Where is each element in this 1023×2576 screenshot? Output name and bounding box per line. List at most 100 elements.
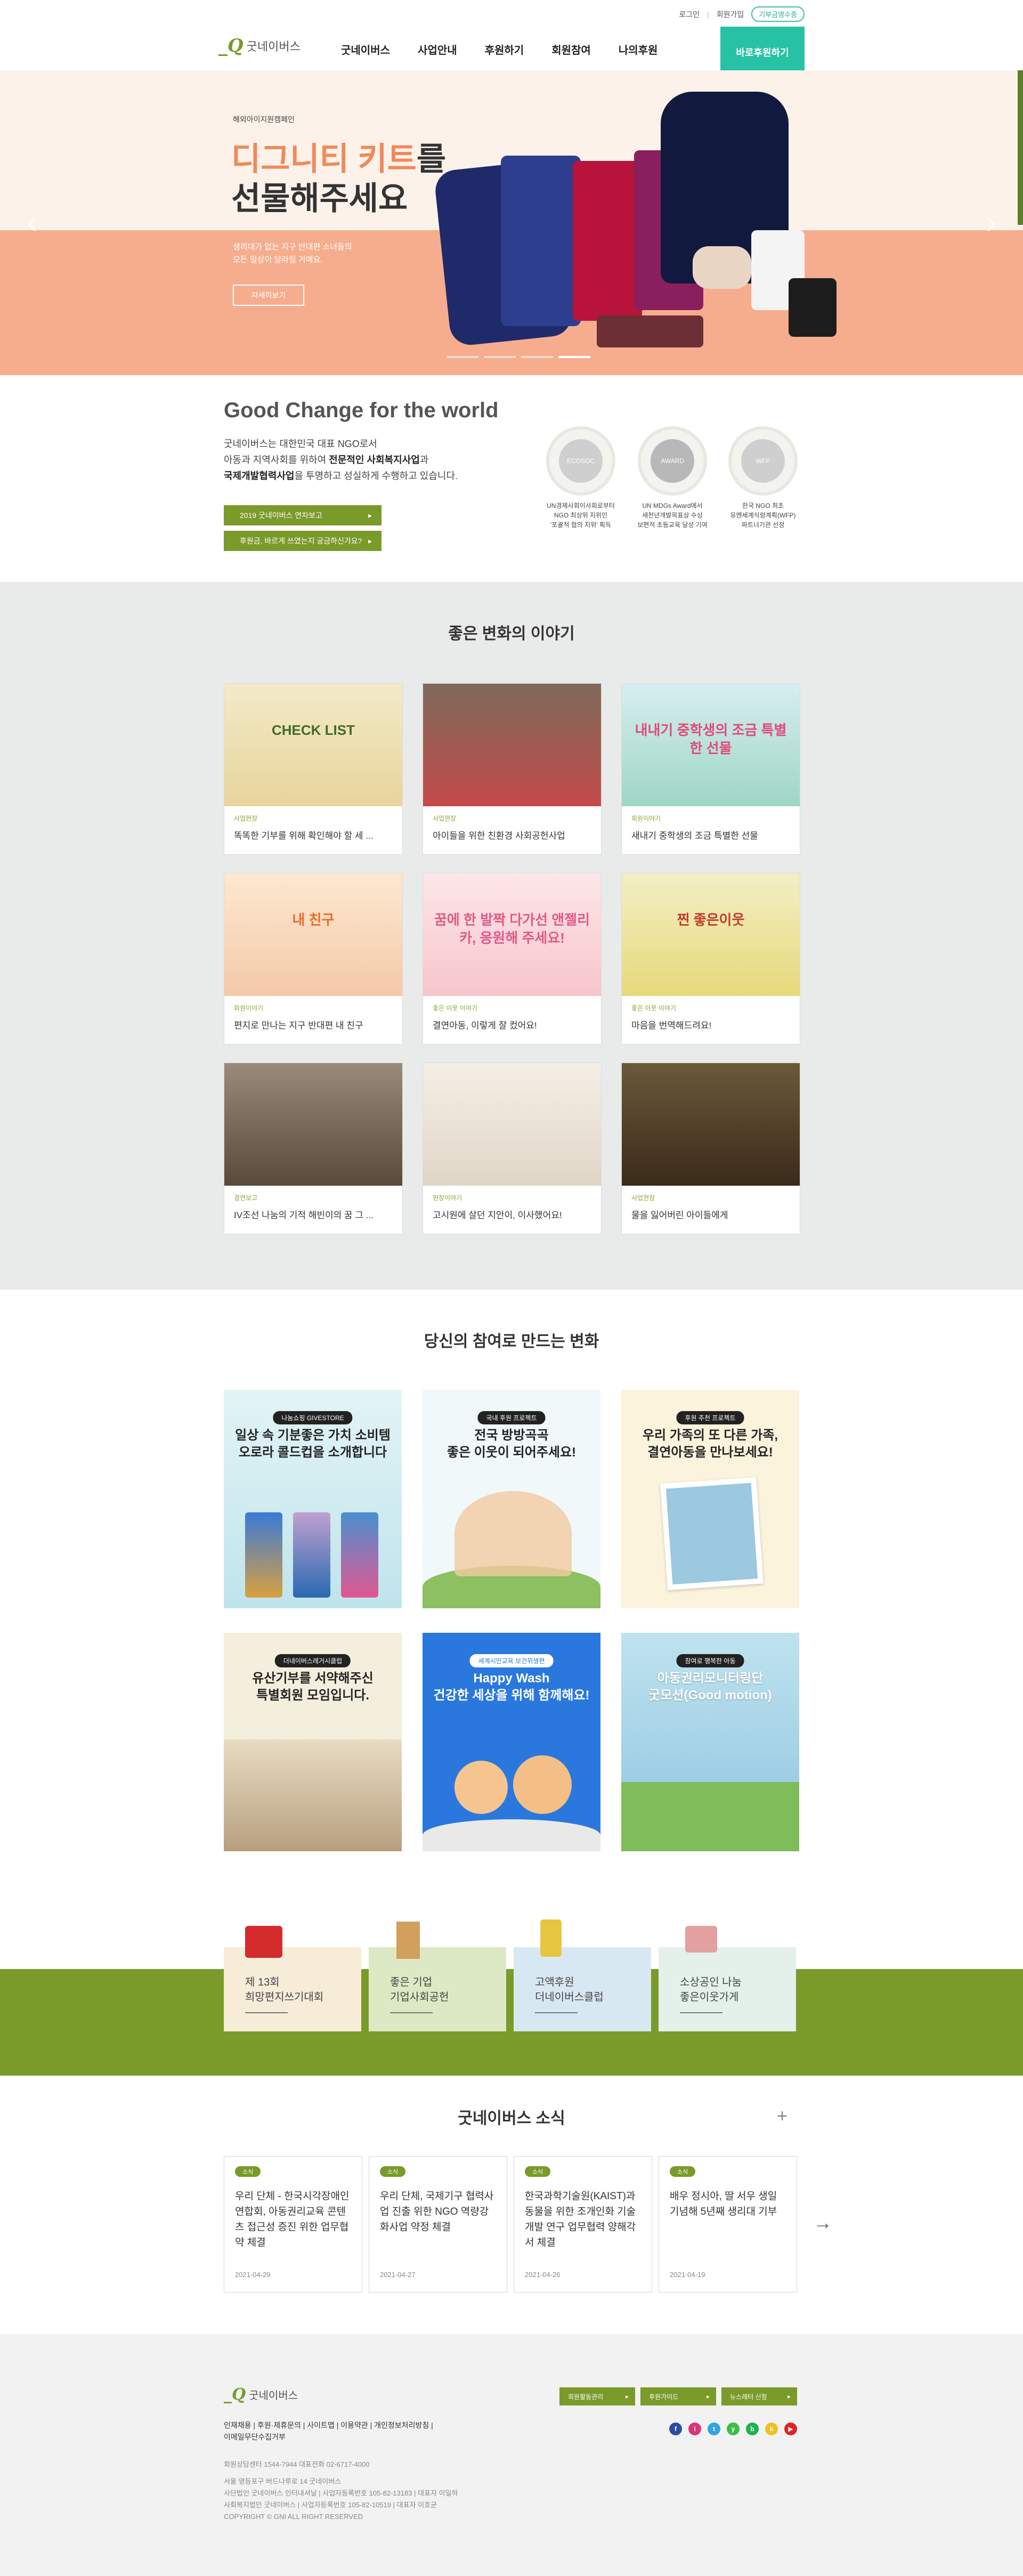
hero-desc-line2: 모든 일상이 달라질 거예요. (233, 255, 323, 264)
story-card[interactable]: 내내기 중학생의 조금 특별한 선물 회원이야기 새내기 중학생의 조금 특별한 선… (621, 683, 800, 855)
footer-logo[interactable]: _Q 굿네이버스 (224, 2385, 298, 2404)
triangle-right-icon: ▸ (368, 536, 372, 545)
story-category: 결연보고 (234, 1194, 258, 1202)
campaign-strip (0, 1969, 1023, 2076)
banner-line: 소상공인 나눔 (680, 1976, 742, 1988)
nav-item-my-donation[interactable]: 나의후원 (619, 42, 658, 57)
goodchange-text: 굿네이버스는 대한민국 대표 NGO로서 아동과 지역사회를 위하여 전문적인 … (224, 436, 458, 484)
youtube-green-icon[interactable]: y (727, 2423, 740, 2435)
instagram-icon[interactable]: i (688, 2423, 701, 2435)
join-link[interactable]: 회원가입 (717, 9, 744, 20)
story-image: 내 친구 (224, 873, 402, 996)
card-badge: 더네이버스레거시클럽 (274, 1654, 351, 1667)
story-card[interactable]: 사업현장 물을 잃어버린 아이들에게 (621, 1063, 800, 1234)
news-card[interactable]: 소식 우리 단체 - 한국시각장애인연합회, 아동권리교육 콘텐츠 접근성 증진… (224, 2156, 362, 2293)
news-more-plus-icon[interactable]: + (772, 2106, 793, 2127)
participation-card-happywash[interactable]: 세계시민교육 보건위생편 Happy Wash 건강한 세상을 위해 함께해요! (423, 1633, 600, 1851)
story-card[interactable]: 내 친구 회원이야기 편지로 만나는 지구 반대편 내 친구 (224, 873, 403, 1044)
kit-pad-red (573, 161, 642, 321)
hero-accent-bar (1018, 70, 1023, 225)
un-emblem-icon: ECOSOC (559, 439, 603, 483)
site-logo[interactable]: _Q 굿네이버스 (218, 35, 301, 56)
footer-button-label: 뉴스레터 신청 (730, 2393, 767, 2401)
login-link[interactable]: 로그인 (679, 9, 700, 20)
blog-icon[interactable]: b (746, 2423, 759, 2435)
donation-receipt-button[interactable]: 기부금영수증 (751, 6, 805, 22)
card-headline: 일상 속 기분좋은 가치 소비템 오로라 콜드컵을 소개합니다 (224, 1427, 402, 1461)
hero-prev-arrow-icon[interactable]: ‹ (27, 204, 37, 240)
card-line: 우리 가족의 또 다른 가족, (642, 1428, 778, 1443)
story-category: 사업현장 (433, 815, 457, 822)
award-cap-line: UN MDGs Award에서 (642, 502, 703, 509)
story-image-text: CHECK LIST (272, 722, 355, 738)
news-card[interactable]: 소식 우리 단체, 국제기구 협력사업 진출 위한 NGO 역량강화사업 약정 … (369, 2156, 507, 2293)
story-card[interactable]: 현장이야기 고시원에 살던 지안이, 이사했어요! (423, 1063, 602, 1234)
twitter-icon[interactable]: t (708, 2423, 720, 2435)
hero-dot[interactable] (521, 356, 553, 358)
participation-card-domestic[interactable]: 국내 후원 프로젝트 전국 방방곡곡 좋은 이웃이 되어주세요! (423, 1390, 600, 1608)
story-category: 현장이야기 (433, 1194, 462, 1202)
footer-button-member[interactable]: 회원활동관리 ▸ (559, 2387, 635, 2405)
story-card[interactable]: 꿈에 한 발짝 다가선 앤젤리카, 응원해 주세요! 좋은 이웃 이야기 결연아동,… (423, 873, 602, 1044)
footer-info: 회원상담센터 1544-7944 대표전화 02-6717-4000 서울 영등… (224, 2459, 458, 2523)
news-card[interactable]: 소식 한국과학기술원(KAIST)과 동물을 위한 조개인화 기술개발 연구 업… (514, 2156, 652, 2293)
youtube-icon[interactable]: ▶ (784, 2423, 797, 2435)
participation-card-goodmotion[interactable]: 참여로 행복한 아동 아동권리모니터링단 굿모션(Good motion) (621, 1633, 799, 1851)
hero-title-line2: 선물해주세요 (231, 181, 408, 216)
participation-card-sponsorship[interactable]: 후원 추천 프로젝트 우리 가족의 또 다른 가족, 결연아동을 만나보세요! (621, 1390, 799, 1608)
story-title: 결연아동, 이렇게 잘 컸어요! (433, 1020, 537, 1031)
story-card[interactable]: 사업현장 아이들을 위한 친환경 사회공헌사업 (423, 683, 602, 855)
hero-dot[interactable] (446, 356, 478, 358)
news-next-arrow-icon[interactable]: → (813, 2212, 832, 2234)
hero-dot-active[interactable] (558, 356, 590, 358)
footer-button-newsletter[interactable]: 뉴스레터 신청 ▸ (721, 2387, 797, 2405)
banner-underline (535, 2012, 578, 2013)
hand-heart-icon (685, 1926, 717, 1953)
gc-line3-post: 을 투명하고 성실하게 수행하고 있습니다. (294, 471, 458, 481)
photo-frame-illustration (660, 1477, 764, 1591)
child-illustration (513, 1755, 572, 1814)
footer-links-line[interactable]: 이메일무단수집거부 (224, 2431, 433, 2443)
hero-next-arrow-icon[interactable]: › (986, 204, 996, 240)
footer-button-label: 회원활동관리 (568, 2393, 604, 2401)
nav-item-donate[interactable]: 후원하기 (485, 42, 524, 57)
kakao-icon[interactable]: k (765, 2423, 778, 2435)
card-line: 굿모션(Good motion) (648, 1688, 772, 1703)
nav-item-business[interactable]: 사업안내 (418, 42, 457, 57)
story-category: 사업현장 (631, 1194, 655, 1202)
card-badge: 후원 추천 프로젝트 (676, 1411, 744, 1424)
card-headline: Happy Wash 건강한 세상을 위해 함께해요! (423, 1670, 600, 1704)
footer-links-line[interactable]: 인재채용 | 후원·제휴문의 | 사이트맵 | 이용약관 | 개인정보처리방침 … (224, 2419, 433, 2431)
gc-line2-pre: 아동과 지역사회를 위하여 (224, 455, 329, 465)
triangle-right-icon: ▸ (787, 2393, 791, 2400)
banner-club[interactable]: 고액후원 더네이버스클럽 (514, 1919, 651, 2031)
news-tag: 소식 (670, 2166, 696, 2177)
story-title: 새내기 중학생의 조금 특별한 선물 (631, 831, 758, 841)
card-line: 건강한 세상을 위해 함께해요! (433, 1688, 590, 1703)
story-card[interactable]: 결연보고 IV조선 나눔의 기적 해빈이의 꿈 그 ... (224, 1063, 403, 1234)
facebook-icon[interactable]: f (669, 2423, 682, 2435)
story-category: 좋은 이웃 이야기 (433, 1005, 477, 1012)
award-cap-line: 유엔세계식량계획(WFP) (730, 512, 796, 519)
foam-illustration (423, 1819, 600, 1851)
divider: | (707, 10, 709, 19)
story-card[interactable]: 찐 좋은이웃 좋은 이웃 이야기 마음을 번역해드려요! (621, 873, 800, 1044)
annual-report-button[interactable]: 2019 굿네이버스 연차보고 ▸ (224, 505, 381, 525)
banner-shop[interactable]: 소상공인 나눔 좋은이웃가게 (659, 1926, 796, 2031)
banner-corporate[interactable]: 좋은 기업 기업사회공헌 (369, 1922, 506, 2031)
hero-dot[interactable] (484, 356, 516, 358)
banner-letter-contest[interactable]: 제 13회 희망편지쓰기대회 (224, 1926, 361, 2031)
nav-item-goodneighbors[interactable]: 굿네이버스 (341, 42, 390, 57)
card-line: 유산기부를 서약해주신 (252, 1671, 374, 1686)
transparency-button[interactable]: 후원금, 바르게 쓰였는지 궁금하신가요? ▸ (224, 531, 381, 551)
participation-card-legacy[interactable]: 더네이버스레거시클럽 유산기부를 서약해주신 특별회원 모임입니다. (224, 1633, 402, 1851)
news-card[interactable]: 소식 배우 정시아, 딸 서우 생일 기념해 5년째 생리대 기부 2021-0… (659, 2156, 797, 2293)
card-badge: 나눔쇼핑 GIVESTORE (273, 1411, 353, 1424)
nav-item-participate[interactable]: 회원참여 (551, 42, 591, 57)
story-card[interactable]: CHECK LIST 사업현장 똑똑한 기부를 위해 확인해야 할 세 ... (224, 683, 403, 855)
hero-more-button[interactable]: 자세히보기 (233, 285, 304, 306)
footer-button-guide[interactable]: 후원가이드 ▸ (640, 2387, 716, 2405)
participation-card-givestore[interactable]: 나눔쇼핑 GIVESTORE 일상 속 기분좋은 가치 소비템 오로라 콜드컵을 … (224, 1390, 402, 1608)
award-cap-line: 한국 NGO 최초 (742, 502, 784, 509)
card-headline: 유산기부를 서약해주신 특별회원 모임입니다. (224, 1670, 402, 1704)
